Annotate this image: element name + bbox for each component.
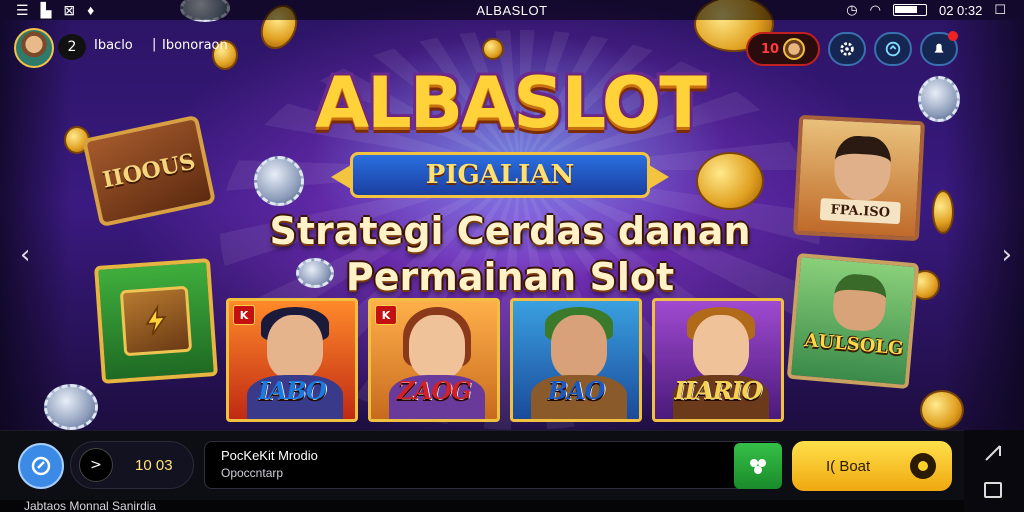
game-card[interactable]: IIARIO — [652, 298, 784, 422]
bonus-chest-label: IIOOUS — [100, 148, 198, 194]
card-tag: K — [233, 305, 255, 325]
game-card-name: ZAOG — [397, 376, 472, 405]
card-tag: K — [375, 305, 397, 325]
character-bonus-label: AULSOLG — [803, 329, 905, 360]
carousel-next-button[interactable]: › — [1002, 240, 1012, 270]
counter-value: 10 03 — [135, 456, 173, 474]
game-card[interactable]: BAO — [510, 298, 642, 422]
coin-decoration — [482, 38, 504, 60]
chart-icon[interactable]: ▙ — [41, 2, 52, 19]
name-separator: | — [152, 37, 157, 52]
share-reward-button[interactable] — [734, 443, 782, 489]
character-portrait — [267, 315, 323, 379]
share-icon — [885, 41, 901, 57]
coin-decoration — [920, 390, 964, 430]
settings-button[interactable] — [828, 32, 866, 66]
chip-decoration — [918, 76, 960, 122]
headline-line-1: Strategi Cerdas danan — [269, 209, 751, 253]
controller-icon[interactable]: ♦ — [87, 2, 94, 18]
clock: 02 0:32 — [938, 2, 983, 18]
character-plate: FPA.ISO — [819, 198, 901, 225]
game-info-field[interactable]: PocKeKit Mrodio Opoccntarp — [204, 441, 782, 489]
footer-text: Jabtaos Monnal Sanirdia — [0, 500, 964, 512]
player-name: Ibaclo — [94, 38, 133, 53]
avatar[interactable] — [14, 28, 54, 68]
status-bar: ☰ ▙ ⊠ ♦ ALBASLOT ◷ ◠ 02 0:32 ☐ — [0, 0, 1024, 20]
headline-line-2: Permainan Slot — [345, 255, 675, 299]
bet-counter: > 10 03 — [70, 441, 194, 489]
system-navigation — [964, 430, 1024, 512]
wifi-icon: ◠ — [869, 2, 881, 17]
player-tag: Ibonoraon — [162, 38, 228, 53]
character-portrait-tile[interactable]: FPA.ISO — [792, 114, 926, 242]
battery-icon — [892, 4, 927, 16]
game-card[interactable]: K IABO — [226, 298, 358, 422]
treasure-box — [119, 285, 193, 357]
coin-balance: 10 — [760, 41, 780, 57]
chip-decoration — [254, 156, 304, 206]
game-card-row: K IABO K ZAOG BAO IIARIO — [226, 298, 784, 422]
notification-icon — [934, 43, 944, 53]
hud-actions: 10 — [746, 31, 958, 66]
chevron-right-icon[interactable]: > — [79, 448, 113, 482]
logo-title: ALBASLOT — [314, 62, 707, 144]
back-icon[interactable] — [982, 442, 1004, 464]
gear-icon — [910, 453, 936, 479]
character-face — [831, 272, 888, 333]
chip-decoration — [44, 384, 98, 430]
level-badge: 2 — [58, 34, 86, 60]
character-portrait — [551, 315, 607, 379]
menu-icon[interactable]: ☰ — [16, 2, 29, 19]
image-x-icon[interactable]: ⊠ — [63, 2, 75, 19]
treasure-box-tile[interactable] — [94, 258, 218, 384]
carousel-prev-button[interactable]: ‹ — [20, 240, 30, 270]
left-vignette — [0, 20, 70, 430]
right-vignette — [944, 20, 1024, 430]
gear-icon — [840, 42, 854, 56]
game-card-name: IABO — [258, 376, 326, 405]
character-face — [832, 134, 893, 202]
logo-subtitle-banner: PIGALIAN — [331, 152, 669, 198]
notification-dot — [948, 31, 958, 41]
lightning-icon — [145, 304, 167, 336]
game-card-name: BAO — [547, 376, 606, 405]
character-portrait — [409, 315, 465, 379]
character-portrait — [693, 315, 749, 379]
game-card-name: IIARIO — [674, 376, 762, 405]
alarm-icon: ◷ — [846, 2, 858, 17]
play-button-label: I( Boat — [826, 457, 871, 475]
coin-decoration — [932, 190, 954, 234]
coin-decoration — [696, 152, 764, 210]
info-line-1: PocKeKit Mrodio — [221, 448, 318, 463]
home-button[interactable] — [18, 443, 64, 489]
share-button[interactable] — [874, 32, 912, 66]
character-bonus-tile[interactable]: AULSOLG — [786, 252, 920, 390]
play-button[interactable]: I( Boat — [792, 441, 952, 491]
notification-button[interactable] — [920, 31, 958, 66]
info-line-2: Opoccntarp — [221, 466, 284, 480]
shield-star-icon — [31, 456, 51, 476]
coin-avatar-icon — [783, 38, 806, 60]
close-box-icon[interactable]: ☐ — [994, 2, 1006, 18]
recent-apps-icon[interactable] — [984, 482, 1002, 498]
headline: Strategi Cerdas danan Permainan Slot — [200, 208, 820, 300]
coin-balance-button[interactable]: 10 — [746, 32, 820, 66]
logo-subtitle: PIGALIAN — [425, 160, 575, 190]
clover-icon — [750, 459, 766, 474]
bottom-action-bar: > 10 03 PocKeKit Mrodio Opoccntarp I( Bo… — [0, 430, 964, 500]
game-card[interactable]: K ZAOG — [368, 298, 500, 422]
